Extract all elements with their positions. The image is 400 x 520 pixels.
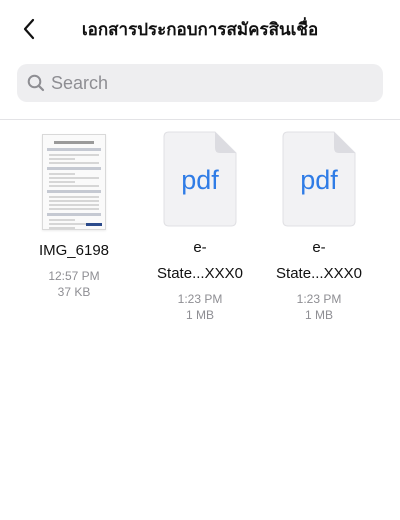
search-input[interactable] bbox=[51, 72, 371, 94]
pdf-file-icon: pdf bbox=[163, 131, 237, 227]
search-bar[interactable] bbox=[17, 64, 383, 102]
file-item-img-6198[interactable]: IMG_6198 12:57 PM 37 KB bbox=[15, 134, 133, 300]
file-name: e- bbox=[193, 239, 207, 256]
file-item-pdf-1[interactable]: pdf e- State...XXX0 1:23 PM 1 MB bbox=[141, 131, 259, 323]
pdf-file-icon: pdf bbox=[282, 131, 356, 227]
file-time: 12:57 PM bbox=[48, 269, 100, 283]
nav-header: เอกสารประกอบการสมัครสินเชื่อ bbox=[0, 0, 400, 56]
file-time: 1:23 PM bbox=[177, 292, 223, 306]
document-thumbnail bbox=[42, 134, 106, 230]
file-size: 1 MB bbox=[304, 308, 333, 322]
file-name-line2: State...XXX0 bbox=[157, 265, 243, 282]
file-size: 37 KB bbox=[57, 285, 91, 299]
file-size: 1 MB bbox=[185, 308, 214, 322]
file-item-pdf-2[interactable]: pdf e- State...XXX0 1:23 PM 1 MB bbox=[260, 131, 378, 323]
page-title: เอกสารประกอบการสมัครสินเชื่อ bbox=[81, 20, 319, 40]
file-name: IMG_6198 bbox=[38, 242, 110, 259]
divider bbox=[0, 119, 400, 120]
file-name: e- bbox=[312, 239, 326, 256]
file-time: 1:23 PM bbox=[296, 292, 342, 306]
file-name-line2: State...XXX0 bbox=[276, 265, 362, 282]
search-icon bbox=[27, 74, 45, 92]
